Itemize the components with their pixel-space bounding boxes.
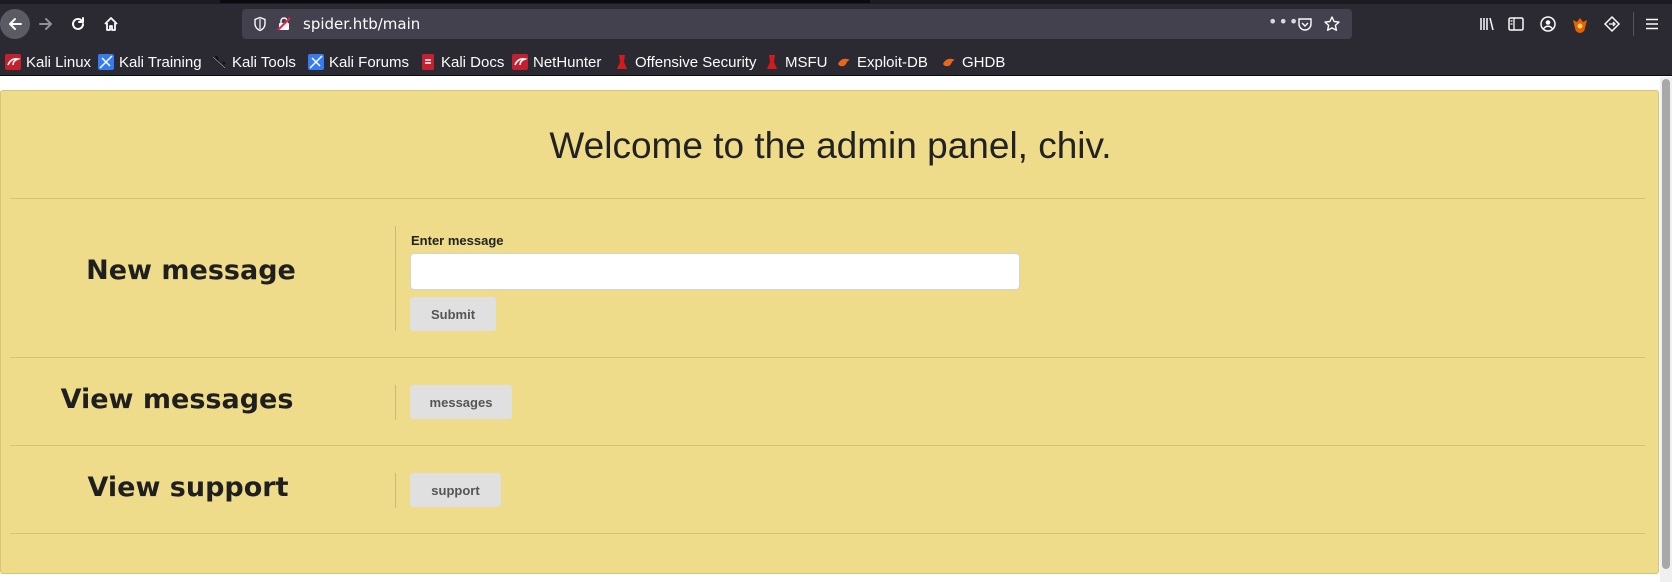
bookmark-exploit-db[interactable]: Exploit-DB	[836, 52, 928, 72]
bookmark-kali-forums[interactable]: Kali Forums	[308, 52, 409, 72]
message-label: Enter message	[411, 233, 504, 248]
bookmark-label: MSFU	[785, 53, 828, 71]
message-input[interactable]	[410, 253, 1020, 290]
msfu-icon	[767, 55, 777, 69]
admin-panel: Welcome to the admin panel, chiv. New me…	[0, 90, 1659, 574]
divider	[10, 445, 1645, 446]
bookmark-label: Kali Forums	[329, 53, 410, 71]
home-button[interactable]	[96, 9, 126, 39]
ghdb-icon	[943, 58, 955, 67]
sidebar-icon[interactable]	[1507, 15, 1525, 33]
view-messages-heading: View messages	[60, 384, 294, 415]
offsec-icon	[617, 55, 627, 69]
hamburger-menu-icon[interactable]	[1643, 15, 1661, 33]
bookmark-kali-docs[interactable]: Kali Docs	[420, 52, 504, 72]
bookmark-star-icon[interactable]	[1323, 15, 1341, 33]
bookmark-label: Offensive Security	[635, 53, 757, 71]
bookmarks-toolbar: Kali Linux Kali Training Kali Tools Kali…	[0, 48, 1672, 76]
forward-arrow-icon	[39, 18, 52, 30]
page-viewport: Welcome to the admin panel, chiv. New me…	[0, 77, 1672, 582]
forward-button[interactable]	[31, 9, 61, 39]
home-icon	[104, 17, 118, 31]
bookmark-label: Kali Tools	[232, 53, 296, 71]
extension-diamond-icon[interactable]	[1603, 15, 1621, 33]
bookmark-nethunter[interactable]: NetHunter	[512, 52, 601, 72]
foxyproxy-extension-icon[interactable]	[1571, 15, 1589, 33]
tracking-shield-icon[interactable]	[252, 16, 268, 32]
back-button[interactable]	[0, 9, 30, 39]
kali-training-icon	[98, 54, 114, 70]
bookmark-kali-tools[interactable]: Kali Tools	[211, 52, 296, 72]
nethunter-icon	[512, 54, 528, 70]
kali-dragon-icon	[5, 54, 21, 70]
support-button[interactable]: support	[410, 473, 501, 507]
vertical-scrollbar[interactable]	[1660, 77, 1672, 582]
browser-toolbar: spider.htb/main •••	[0, 0, 1672, 48]
page-title: Welcome to the admin panel, chiv.	[549, 125, 1112, 166]
bookmark-label: Kali Linux	[26, 53, 92, 71]
toolbar-separator	[1633, 12, 1634, 36]
bookmark-kali-linux[interactable]: Kali Linux	[5, 52, 91, 72]
row-separator	[395, 473, 396, 508]
divider	[10, 198, 1645, 199]
bookmark-label: Exploit-DB	[857, 53, 928, 71]
row-separator	[395, 385, 396, 420]
bookmark-label: GHDB	[962, 53, 1006, 71]
pocket-icon[interactable]	[1297, 16, 1313, 32]
account-icon[interactable]	[1539, 15, 1557, 33]
kali-forums-icon	[308, 54, 324, 70]
bookmark-ghdb[interactable]: GHDB	[941, 52, 1005, 72]
bookmark-label: Kali Training	[119, 53, 202, 71]
divider	[10, 357, 1645, 358]
reload-button[interactable]	[63, 9, 93, 39]
active-tab-indicator[interactable]	[220, 0, 870, 3]
submit-button[interactable]: Submit	[410, 297, 496, 331]
kali-tools-icon	[212, 55, 226, 69]
bookmark-msfu[interactable]: MSFU	[764, 52, 828, 72]
address-bar[interactable]: spider.htb/main •••	[242, 9, 1352, 39]
page-actions-menu-icon[interactable]: •••	[1268, 12, 1299, 31]
view-support-heading: View support	[87, 472, 289, 503]
scrollbar-thumb[interactable]	[1662, 79, 1670, 569]
kali-docs-icon	[422, 54, 434, 70]
insecure-lock-icon[interactable]	[276, 16, 292, 32]
new-message-heading: New message	[86, 255, 296, 286]
bookmark-offensive-security[interactable]: Offensive Security	[614, 52, 756, 72]
exploit-db-icon	[838, 58, 850, 67]
divider	[10, 533, 1645, 534]
library-icon[interactable]	[1478, 15, 1496, 33]
bookmark-label: Kali Docs	[441, 53, 505, 71]
messages-button[interactable]: messages	[410, 385, 512, 419]
row-separator	[395, 226, 396, 331]
bookmark-label: NetHunter	[533, 53, 602, 71]
bookmark-kali-training[interactable]: Kali Training	[98, 52, 202, 72]
reload-icon	[72, 17, 84, 30]
url-text[interactable]: spider.htb/main	[303, 15, 420, 33]
back-arrow-icon	[9, 18, 22, 30]
